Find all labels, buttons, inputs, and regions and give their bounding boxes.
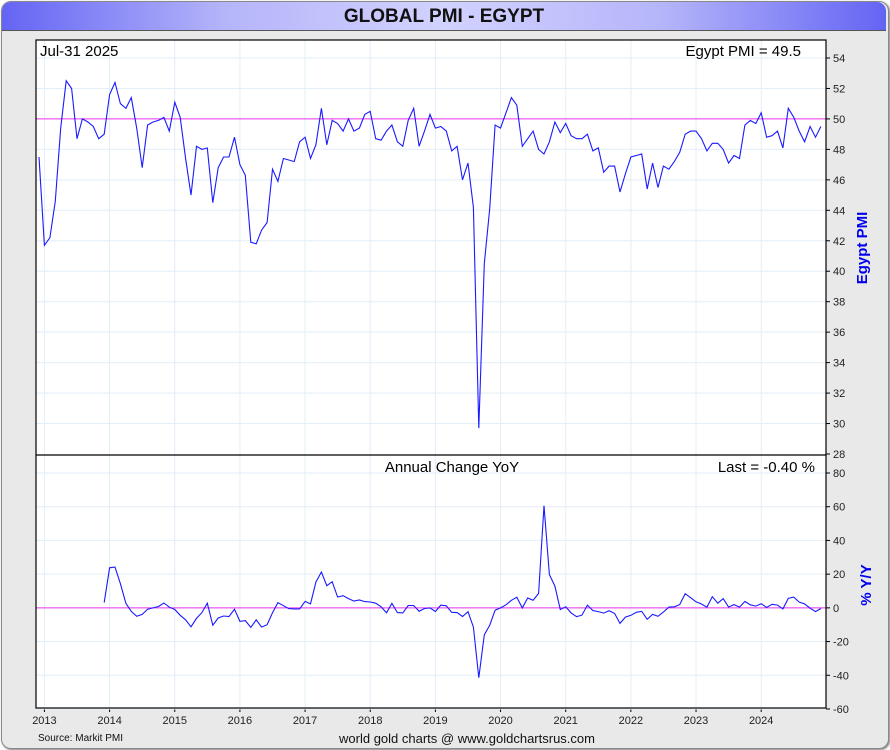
pmi-y-tick-label: 32 xyxy=(833,388,845,400)
pmi-y-tick-label: 34 xyxy=(833,358,845,370)
chart-title: GLOBAL PMI - EGYPT xyxy=(2,2,886,31)
x-tick-label: 2018 xyxy=(358,715,382,727)
x-tick-label: 2024 xyxy=(749,715,773,727)
pmi-axis-title: Egypt PMI xyxy=(854,212,871,285)
yoy-panel-title: Annual Change YoY xyxy=(385,459,519,476)
x-tick-label: 2016 xyxy=(228,715,252,727)
x-tick-label: 2020 xyxy=(488,715,512,727)
yoy-y-tick-label: -20 xyxy=(833,637,849,649)
pmi-y-tick-label: 42 xyxy=(833,236,845,248)
pmi-y-tick-label: 36 xyxy=(833,327,845,339)
pmi-y-tick-label: 30 xyxy=(833,419,845,431)
pmi-y-tick-label: 40 xyxy=(833,266,845,278)
yoy-y-tick-label: 0 xyxy=(833,603,839,615)
pmi-y-tick-label: 38 xyxy=(833,297,845,309)
x-tick-label: 2013 xyxy=(32,715,56,727)
x-tick-label: 2021 xyxy=(553,715,577,727)
chart-canvas: 2013 2014 2015 2016 2017 2018 2019 2020 2021 2022… xyxy=(32,39,875,746)
yoy-y-tick-label: 20 xyxy=(833,569,845,581)
x-tick-label: 2014 xyxy=(97,715,121,727)
source-label: Source: Markit PMI xyxy=(38,733,123,744)
pmi-y-tick-label: 28 xyxy=(833,449,845,461)
pmi-y-tick-label: 48 xyxy=(833,144,845,156)
yoy-last-value-label: Last = -0.40 % xyxy=(718,459,815,476)
pmi-y-tick-label: 54 xyxy=(833,53,845,65)
credit-label: world gold charts @ www.goldchartsrus.co… xyxy=(338,731,595,746)
x-tick-label: 2022 xyxy=(619,715,643,727)
pmi-y-tick-label: 50 xyxy=(833,114,845,126)
yoy-y-tick-label: -40 xyxy=(833,670,849,682)
x-tick-label: 2015 xyxy=(163,715,187,727)
pmi-y-tick-label: 46 xyxy=(833,175,845,187)
date-label: Jul-31 2025 xyxy=(40,43,118,60)
x-tick-label: 2023 xyxy=(684,715,708,727)
pmi-y-tick-label: 44 xyxy=(833,205,845,217)
yoy-y-tick-label: 60 xyxy=(833,502,845,514)
yoy-y-tick-label: 80 xyxy=(833,468,845,480)
yoy-y-tick-label: -60 xyxy=(833,704,849,716)
pmi-y-tick-label: 52 xyxy=(833,83,845,95)
yoy-y-tick-label: 40 xyxy=(833,535,845,547)
x-tick-label: 2019 xyxy=(423,715,447,727)
x-tick-label: 2017 xyxy=(293,715,317,727)
pmi-value-label: Egypt PMI = 49.5 xyxy=(686,43,801,60)
yoy-axis-title: % Y/Y xyxy=(858,564,875,605)
